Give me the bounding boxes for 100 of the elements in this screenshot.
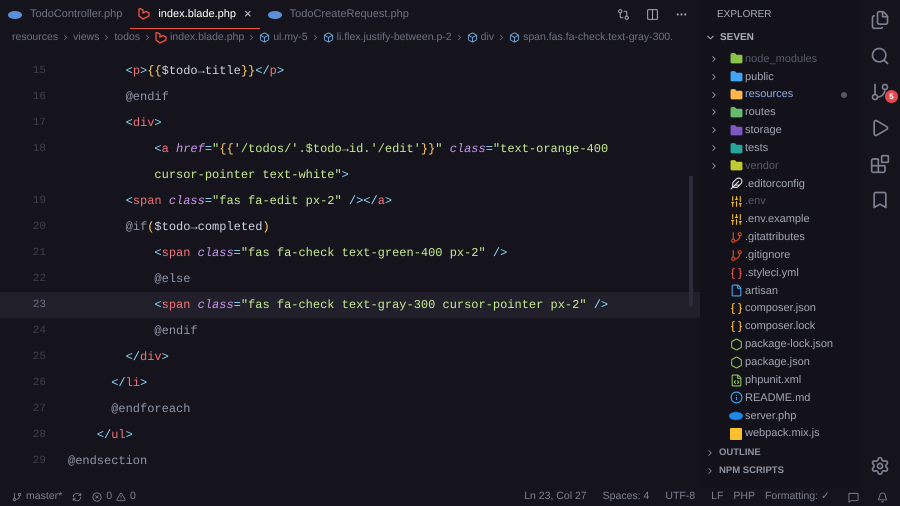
settings-icon[interactable] — [870, 456, 890, 476]
language-mode[interactable]: PHP — [733, 489, 755, 505]
file-name: routes — [745, 105, 776, 120]
tree-item[interactable]: README.md — [700, 389, 860, 407]
breadcrumb-item[interactable]: ul.my-5 — [273, 30, 308, 46]
indentation[interactable]: Spaces: 4 — [602, 489, 650, 505]
error-count: 0 — [106, 489, 112, 504]
editor-tab[interactable]: index.blade.php × — [130, 0, 260, 29]
warning-count: 0 — [130, 489, 136, 504]
file-name: .gitignore — [745, 248, 790, 263]
tree-item[interactable]: package-lock.json — [700, 336, 860, 354]
code-line: @endforeach — [110, 401, 190, 418]
file-name: .env.example — [745, 212, 810, 228]
folder-root[interactable]: SEVEN — [700, 28, 860, 46]
encoding[interactable]: UTF-8 — [665, 489, 696, 505]
tree-item[interactable]: resources — [700, 86, 860, 104]
breadcrumb-item[interactable]: span.fas.fa-check.text-gray-300. — [523, 30, 674, 46]
bell-icon[interactable] — [877, 492, 888, 502]
breadcrumb-item[interactable]: div — [480, 30, 494, 46]
code-line: <span class="fas fa-check text-gray-300 cursor-pointer px-2" /> — [153, 297, 608, 314]
code-line: <a href="{{'/todos/'.$todo→id.'/edit'}}" class="text-orange-400 — [153, 141, 608, 158]
file-name: composer.json — [745, 301, 816, 316]
tree-item[interactable]: phpunit.xml — [700, 371, 860, 390]
branch-indicator[interactable]: master* — [12, 489, 62, 505]
tree-item[interactable]: storage — [700, 121, 860, 140]
code-line: @if($todo→completed) — [124, 219, 270, 236]
tree-item[interactable]: .gitignore — [700, 246, 860, 264]
tree-item[interactable]: public — [700, 68, 860, 86]
source-control-icon[interactable] — [870, 82, 890, 102]
tree-item[interactable]: .env.example — [700, 210, 860, 228]
code-line: @else — [153, 271, 190, 288]
tree-item[interactable]: tests — [700, 139, 860, 158]
file-name: .styleci.yml — [745, 266, 799, 281]
compare-icon[interactable] — [617, 8, 630, 21]
file-name: artisan — [745, 284, 778, 299]
tree-item[interactable]: webpack.mix.js — [700, 424, 860, 443]
code-line: <p>{{$todo→title}}</p> — [124, 63, 284, 80]
file-name: storage — [745, 123, 782, 138]
code-line: <div> — [124, 115, 162, 132]
files-icon[interactable] — [870, 10, 890, 30]
code-line: @endif — [153, 323, 198, 340]
code-line: cursor-pointer text-white"> — [153, 167, 349, 184]
file-name: package.json — [745, 355, 810, 370]
file-name: resources — [745, 87, 794, 102]
split-editor-icon[interactable] — [646, 8, 659, 21]
collapsed-section[interactable]: OUTLINE — [700, 444, 860, 462]
branch-icon — [12, 492, 22, 502]
file-name: tests — [745, 140, 768, 156]
code-line: </li> — [110, 375, 148, 392]
file-name: package-lock.json — [745, 337, 834, 352]
code-line: </div> — [124, 349, 169, 366]
line-ending[interactable]: LF — [711, 489, 724, 505]
notification-badge: 5 — [885, 90, 898, 103]
error-icon — [92, 492, 102, 502]
tree-item[interactable]: artisan — [700, 282, 860, 300]
file-name: vendor — [745, 158, 779, 174]
breadcrumb-item[interactable]: resources — [12, 30, 58, 46]
breadcrumb-item[interactable]: li.flex.justify-between.p-2 — [336, 30, 452, 46]
php-icon — [268, 10, 282, 18]
search-icon[interactable] — [870, 46, 890, 66]
file-name: public — [745, 70, 774, 85]
file-name: .gitattributes — [745, 230, 805, 246]
problems-indicator[interactable]: 0 0 — [92, 489, 136, 505]
code-line: <span class="fas fa-check text-green-400 px-2" /> — [153, 245, 508, 262]
tree-item[interactable]: .editorconfig — [700, 174, 860, 193]
laravel-icon — [138, 8, 150, 20]
breadcrumb-item[interactable]: index.blade.php — [170, 30, 244, 46]
line-number: 23 — [32, 298, 46, 313]
breadcrumb-item[interactable]: todos — [114, 30, 140, 46]
tree-item[interactable]: composer.json — [700, 300, 860, 318]
file-name: server.php — [745, 408, 796, 424]
editor-tab[interactable]: TodoCreateRequest.php — [260, 0, 417, 29]
extensions-icon[interactable] — [870, 154, 890, 174]
tree-item[interactable]: .styleci.yml — [700, 264, 860, 282]
tree-item[interactable]: composer.lock — [700, 318, 860, 336]
code-line: <span class="fas fa-edit px-2" /></a> — [124, 193, 392, 210]
cube-icon — [322, 32, 334, 43]
collapsed-section[interactable]: NPM SCRIPTS — [700, 462, 860, 480]
warning-icon — [116, 492, 126, 502]
formatting-status[interactable]: Formatting: ✓ — [764, 489, 830, 505]
sync-icon[interactable] — [72, 492, 82, 502]
editor-tab[interactable]: TodoController.php — [0, 0, 130, 29]
tree-item[interactable]: routes — [700, 104, 860, 122]
cube-icon — [466, 32, 478, 43]
tree-item[interactable]: .gitattributes — [700, 228, 860, 246]
file-name: .env — [745, 194, 766, 210]
panel-title: EXPLORER — [716, 8, 772, 22]
laravel-icon — [155, 32, 168, 44]
code-line: </ul> — [96, 427, 133, 444]
file-name: phpunit.xml — [745, 372, 802, 388]
cursor-position[interactable]: Ln 23, Col 27 — [524, 489, 587, 505]
feedback-icon[interactable] — [848, 492, 859, 502]
file-name: webpack.mix.js — [745, 426, 820, 442]
breadcrumb-item[interactable]: views — [73, 30, 100, 46]
code-line: @endif — [124, 89, 169, 106]
close-icon[interactable]: × — [244, 4, 252, 24]
tree-item[interactable]: package.json — [700, 353, 860, 372]
tree-item[interactable]: server.php — [700, 406, 860, 425]
file-name: composer.lock — [745, 319, 816, 334]
file-name: node_modules — [745, 52, 818, 67]
